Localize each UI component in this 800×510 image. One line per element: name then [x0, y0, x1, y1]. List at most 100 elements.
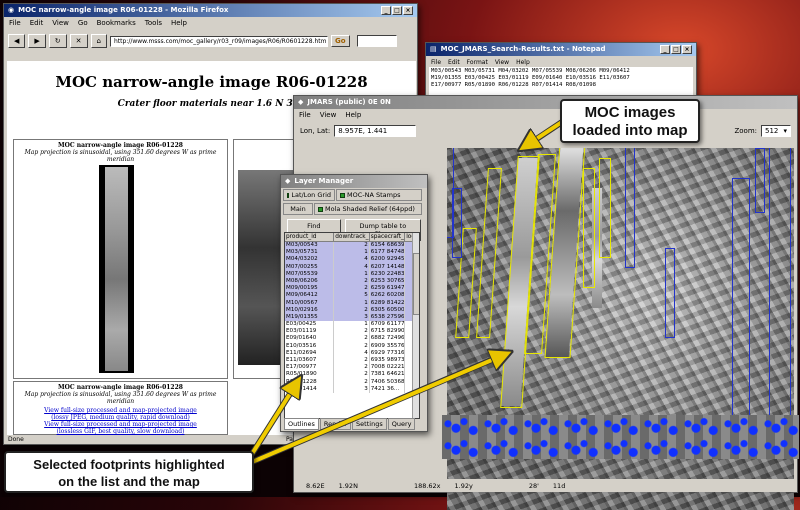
tab-query[interactable]: Query — [387, 418, 416, 430]
col-downtrack[interactable]: downtrack_... — [334, 233, 370, 241]
yellow-footprint[interactable] — [476, 168, 502, 338]
blue-footprint[interactable] — [452, 188, 462, 258]
menu-go[interactable]: Go — [78, 19, 88, 27]
col-spacecraft[interactable]: spacecraft_... — [370, 233, 406, 241]
tab-outlines[interactable]: Outlines — [284, 418, 319, 430]
moc-image-thumbnail[interactable] — [99, 165, 134, 373]
layer-manager-titlebar[interactable]: ◆ Layer Manager — [281, 175, 427, 188]
overview-panel[interactable] — [442, 415, 799, 459]
tab-latlon-grid[interactable]: Lat/Lon Grid — [283, 189, 335, 201]
jm-menu-help[interactable]: Help — [345, 111, 361, 119]
jm-menu-file[interactable]: File — [299, 111, 311, 119]
stamp-table[interactable]: product_id downtrack_... spacecraft_... … — [284, 232, 420, 419]
blue-footprint[interactable] — [625, 148, 635, 268]
blue-footprint[interactable] — [769, 148, 791, 423]
table-row[interactable]: M09/0641256262 60208... — [285, 292, 419, 300]
cell-product-id: E17/00977 — [285, 364, 335, 372]
np-menu-file[interactable]: File — [431, 59, 441, 66]
table-row[interactable]: M19/0135536538 27596... — [285, 313, 419, 322]
menu-tools[interactable]: Tools — [145, 19, 162, 27]
layer-tabs-row1: Lat/Lon Grid MOC-NA Stamps — [281, 188, 427, 202]
cell-spacecraft: 6230 22483... — [370, 270, 406, 278]
cell-spacecraft: 6154 68639... — [370, 242, 406, 250]
yellow-footprint[interactable] — [583, 168, 595, 288]
tab-settings[interactable]: Settings — [352, 418, 387, 430]
cell-spacecraft: 6259 61947... — [370, 285, 406, 293]
jmars-titlebar[interactable]: ◆ JMARS (public) 0E 0N — [294, 96, 797, 109]
table-row[interactable]: R06/0122827406 50368... — [285, 378, 419, 386]
cell-spacecraft: 7008 02221... — [370, 364, 406, 372]
table-row[interactable]: E17/0097727008 02221... — [285, 364, 419, 372]
firefox-titlebar[interactable]: ◉ MOC narrow-angle image R06-01228 - Moz… — [4, 4, 417, 17]
blue-footprint[interactable] — [732, 178, 750, 423]
table-row[interactable]: M07/0025546207 14148... — [285, 263, 419, 271]
tab-moc-na-stamps[interactable]: MOC-NA Stamps — [336, 189, 422, 201]
table-row[interactable]: R05/0189027381 64621... — [285, 371, 419, 379]
table-row[interactable]: M10/0291626305 60500... — [285, 306, 419, 314]
notepad-titlebar[interactable]: ▤ MOC_JMARS_Search-Results.txt - Notepad… — [426, 43, 696, 56]
minimize-icon[interactable]: _ — [381, 6, 391, 15]
tab-main[interactable]: Main — [283, 203, 313, 215]
table-row[interactable]: M09/0019526259 61947... — [285, 285, 419, 293]
forward-icon[interactable]: ▶ — [28, 34, 46, 48]
lonlat-input[interactable]: 8.957E, 1.441 — [334, 125, 417, 137]
tab-label: Mola Shaded Relief (64ppd) — [325, 205, 415, 213]
np-menu-edit[interactable]: Edit — [448, 59, 460, 66]
col-product-id[interactable]: product_id — [285, 233, 335, 241]
menu-bookmarks[interactable]: Bookmarks — [97, 19, 136, 27]
table-row[interactable]: M10/0056716289 81422... — [285, 299, 419, 307]
firefox-menubar: File Edit View Go Bookmarks Tools Help — [4, 17, 417, 29]
table-row[interactable]: E09/0164026882 72496... — [285, 335, 419, 343]
table-row[interactable]: E11/0269446929 77316... — [285, 349, 419, 357]
cell-downtrack: 2 — [334, 328, 370, 336]
maximize-icon[interactable]: □ — [671, 45, 681, 54]
np-menu-help[interactable]: Help — [516, 59, 530, 66]
gif-link[interactable]: View full-size processed and map-project… — [14, 421, 227, 428]
jm-menu-view[interactable]: View — [320, 111, 337, 119]
jpeg-link-note[interactable]: (lossy JPEG, medium quality, rapid downl… — [14, 414, 227, 421]
np-menu-view[interactable]: View — [495, 59, 509, 66]
table-row[interactable]: E03/0111926715 82990... — [285, 328, 419, 336]
tab-label: Main — [290, 205, 306, 213]
reload-icon[interactable]: ↻ — [48, 34, 67, 48]
np-menu-format[interactable]: Format — [467, 59, 488, 66]
table-row[interactable]: M08/0620626253 30765... — [285, 277, 419, 286]
table-row[interactable]: E10/0351626909 35576... — [285, 342, 419, 350]
menu-file[interactable]: File — [9, 19, 21, 27]
stop-icon[interactable]: ✕ — [69, 34, 88, 48]
table-row[interactable]: M04/0320246200 92945... — [285, 256, 419, 264]
table-row[interactable]: E11/0360726935 98973... — [285, 357, 419, 365]
cell-spacecraft: 6929 77316... — [370, 349, 406, 357]
table-row[interactable]: M03/0573116177 84748... — [285, 249, 419, 257]
yellow-footprint[interactable] — [599, 158, 611, 258]
url-field[interactable]: http://www.msss.com/moc_gallery/r03_r09/… — [109, 35, 328, 47]
jpeg-link[interactable]: View full-size processed and map-project… — [14, 407, 227, 414]
back-icon[interactable]: ◀ — [8, 34, 26, 48]
blue-footprint[interactable] — [665, 248, 675, 338]
blue-footprint[interactable] — [755, 148, 765, 213]
maximize-icon[interactable]: □ — [392, 6, 402, 15]
cell-spacecraft: 6177 84748... — [370, 249, 406, 257]
close-icon[interactable]: × — [403, 6, 413, 15]
minimize-icon[interactable]: _ — [660, 45, 670, 54]
tab-render[interactable]: Render — [319, 418, 352, 430]
table-row[interactable]: M03/0054326154 68639... — [285, 242, 419, 250]
menu-view[interactable]: View — [52, 19, 69, 27]
cell-downtrack: 2 — [334, 342, 370, 350]
table-row[interactable]: E03/0042516709 61177... — [285, 321, 419, 329]
table-scrollbar[interactable] — [412, 233, 419, 418]
table-row[interactable]: M07/0553916230 22483... — [285, 270, 419, 278]
np-line: M19/01355 E03/00425 E03/01119 E09/01640 … — [431, 75, 630, 81]
notepad-text[interactable]: M03/00543 M03/05731 M04/03202 M07/05539 … — [429, 67, 693, 96]
home-icon[interactable]: ⌂ — [90, 34, 107, 48]
menu-help[interactable]: Help — [171, 19, 187, 27]
menu-edit[interactable]: Edit — [30, 19, 44, 27]
zoom-select[interactable]: 512 ▾ — [761, 125, 791, 137]
table-row[interactable]: R07/01414 3 7421 36... — [285, 385, 419, 393]
status-dist: 28' — [528, 481, 539, 490]
search-field[interactable] — [356, 35, 397, 47]
tab-mola-relief[interactable]: Mola Shaded Relief (64ppd) — [314, 203, 422, 215]
cell-product-id: R07/01414 — [285, 385, 335, 393]
close-icon[interactable]: × — [682, 45, 692, 54]
go-button[interactable]: Go — [330, 35, 350, 47]
